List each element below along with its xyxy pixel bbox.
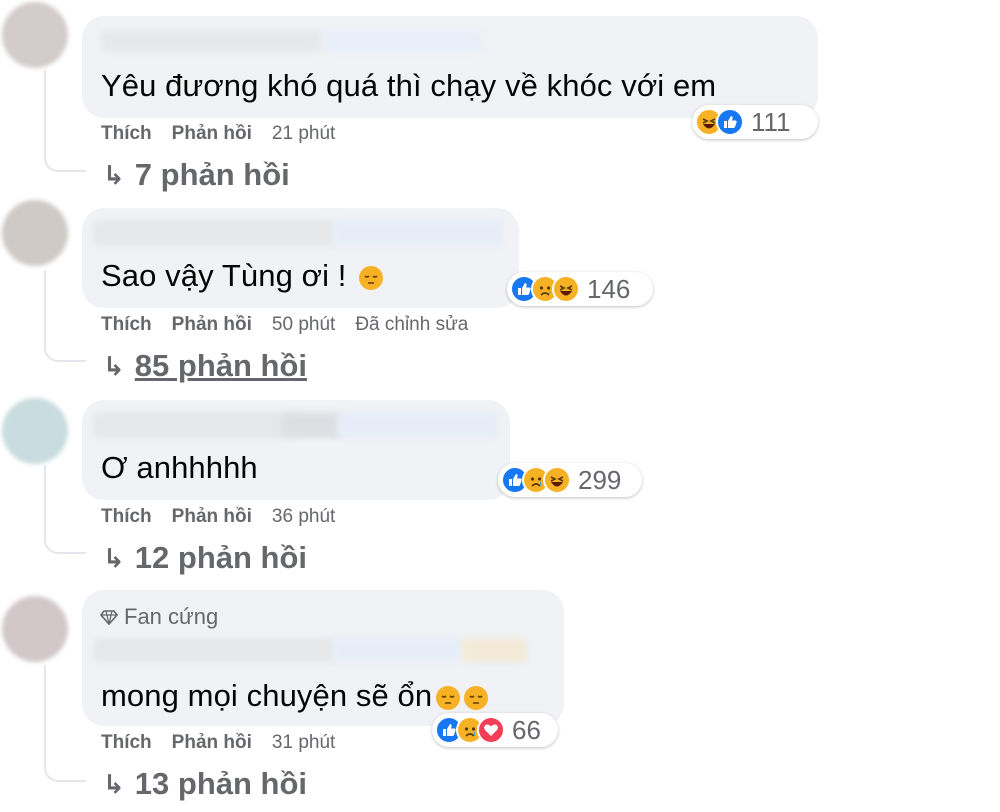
reply-button[interactable]: Phản hồi <box>172 506 252 528</box>
like-button[interactable]: Thích <box>101 732 152 754</box>
comment-text: Sao vậy Tùng ơi ! <box>101 258 384 294</box>
thread-connector <box>44 532 86 554</box>
diamond-icon <box>100 610 118 626</box>
replies-count[interactable]: 12 phản hồi <box>135 540 307 576</box>
haha-icon <box>543 466 571 494</box>
thread-connector <box>44 760 86 782</box>
reaction-count: 111 <box>751 106 791 137</box>
author-name[interactable] <box>94 638 334 662</box>
author-name[interactable] <box>94 412 294 438</box>
thread-line <box>44 465 46 532</box>
comment-text: mong mọi chuyện sẽ ổn <box>101 678 489 714</box>
author-name-blur <box>322 30 482 52</box>
comment-actions: Thích Phản hồi 21 phút <box>101 123 335 145</box>
avatar[interactable] <box>2 596 68 662</box>
comment-actions: Thích Phản hồi 36 phút <box>101 506 335 528</box>
reply-button[interactable]: Phản hồi <box>172 314 252 336</box>
pensive-emoji-icon <box>464 685 489 710</box>
timestamp[interactable]: 21 phút <box>272 123 335 145</box>
comment-actions: Thích Phản hồi 50 phút Đã chỉnh sửa <box>101 314 468 336</box>
reaction-summary[interactable]: 146 <box>507 272 653 306</box>
reaction-summary[interactable]: 111 <box>692 105 818 139</box>
reply-arrow-icon: ↳ <box>103 159 125 190</box>
replies-count[interactable]: 13 phản hồi <box>135 766 307 802</box>
author-name-blur <box>332 638 462 662</box>
thread-line <box>44 70 46 150</box>
reply-arrow-icon: ↳ <box>103 542 125 573</box>
comment-bubble: Ơ anhhhhh <box>82 400 510 500</box>
like-icon <box>716 108 744 136</box>
top-fan-badge[interactable]: Fan cứng <box>100 604 218 630</box>
thread-line <box>44 270 46 340</box>
comment-actions: Thích Phản hồi 31 phút <box>101 732 335 754</box>
author-name-blur <box>282 412 342 438</box>
reply-button[interactable]: Phản hồi <box>172 732 252 754</box>
pensive-emoji-icon <box>436 685 461 710</box>
like-button[interactable]: Thích <box>101 314 152 336</box>
avatar[interactable] <box>2 398 68 464</box>
timestamp[interactable]: 36 phút <box>272 506 335 528</box>
view-replies-link[interactable]: ↳ 12 phản hồi <box>103 540 307 576</box>
thread-connector <box>44 340 86 362</box>
timestamp[interactable]: 50 phút <box>272 314 335 336</box>
haha-icon <box>552 275 580 303</box>
comment-bubble: Sao vậy Tùng ơi ! <box>82 208 519 308</box>
reaction-count: 66 <box>512 714 541 745</box>
love-icon <box>477 716 505 744</box>
badge-text: Fan cứng <box>124 604 219 629</box>
reply-arrow-icon: ↳ <box>103 350 125 381</box>
pensive-emoji-icon <box>359 265 384 290</box>
reply-arrow-icon: ↳ <box>103 768 125 799</box>
comment-bubble: Yêu đương khó quá thì chạy về khóc với e… <box>82 16 818 118</box>
reaction-summary[interactable]: 299 <box>498 463 642 497</box>
author-name[interactable] <box>101 30 321 52</box>
avatar[interactable] <box>2 200 68 266</box>
thread-line <box>44 665 46 760</box>
author-name[interactable] <box>94 220 334 246</box>
like-button[interactable]: Thích <box>101 123 152 145</box>
comment-text: Ơ anhhhhh <box>101 450 258 485</box>
comment-bubble: Fan cứng mong mọi chuyện sẽ ổn <box>82 590 564 726</box>
edited-label[interactable]: Đã chỉnh sửa <box>355 314 468 336</box>
comment-text-body: mong mọi chuyện sẽ ổn <box>101 678 433 713</box>
author-name-blur <box>462 638 527 662</box>
thread-connector <box>44 150 86 172</box>
comment-text: Yêu đương khó quá thì chạy về khóc với e… <box>101 68 717 103</box>
timestamp[interactable]: 31 phút <box>272 732 335 754</box>
view-replies-link[interactable]: ↳ 85 phản hồi <box>103 348 307 384</box>
reply-button[interactable]: Phản hồi <box>172 123 252 145</box>
view-replies-link[interactable]: ↳ 7 phản hồi <box>103 157 290 193</box>
replies-count[interactable]: 85 phản hồi <box>135 348 307 384</box>
reaction-summary[interactable]: 66 <box>432 713 558 747</box>
author-name-blur <box>337 412 497 438</box>
view-replies-link[interactable]: ↳ 13 phản hồi <box>103 766 307 802</box>
like-button[interactable]: Thích <box>101 506 152 528</box>
comment-text-body: Sao vậy Tùng ơi ! <box>101 258 347 293</box>
replies-count[interactable]: 7 phản hồi <box>135 157 290 193</box>
reaction-count: 146 <box>587 273 631 304</box>
avatar[interactable] <box>2 2 68 68</box>
reaction-count: 299 <box>578 464 622 495</box>
author-name-blur <box>332 220 502 246</box>
